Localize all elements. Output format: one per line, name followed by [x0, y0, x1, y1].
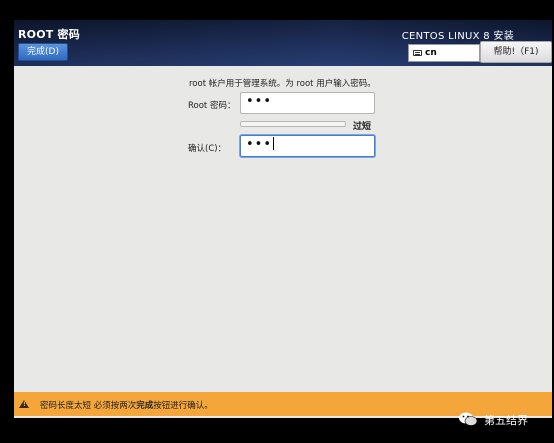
installer-window: ROOT 密码 完成(D) CENTOS LINUX 8 安装 cn 帮助!（F… — [14, 20, 552, 418]
done-button[interactable]: 完成(D) — [18, 43, 68, 61]
intro-text: root 帐户用于管理系统。为 root 用户输入密码。 — [189, 79, 376, 89]
text-caret — [273, 137, 275, 150]
confirm-password-label: 确认(C)： — [188, 144, 227, 154]
confirm-password-value: ••• — [246, 137, 273, 152]
page-title: ROOT 密码 — [18, 28, 80, 41]
warning-emphasis: 完成 — [136, 401, 154, 411]
password-strength-bar — [240, 121, 346, 127]
confirm-password-input[interactable]: ••• — [240, 135, 375, 157]
help-button[interactable]: 帮助!（F1) — [480, 41, 552, 63]
root-password-value: ••• — [246, 94, 273, 109]
watermark-text: 第五结界 — [484, 414, 528, 427]
keyboard-layout-indicator[interactable]: cn — [408, 44, 480, 62]
warning-prefix: 密码长度太短 必须按两次 — [40, 401, 137, 411]
keyboard-icon — [413, 50, 422, 56]
password-strength-label: 过短 — [353, 122, 372, 132]
product-title: CENTOS LINUX 8 安装 — [401, 31, 514, 42]
wechat-icon — [459, 412, 478, 426]
root-password-label: Root 密码： — [188, 101, 236, 111]
warning-icon — [19, 400, 29, 408]
warning-suffix: 按钮进行确认。 — [153, 401, 213, 411]
keyboard-layout-label: cn — [425, 48, 437, 58]
root-password-input[interactable]: ••• — [240, 92, 375, 114]
warning-message: 密码长度太短 必须按两次完成按钮进行确认。 — [40, 399, 213, 411]
